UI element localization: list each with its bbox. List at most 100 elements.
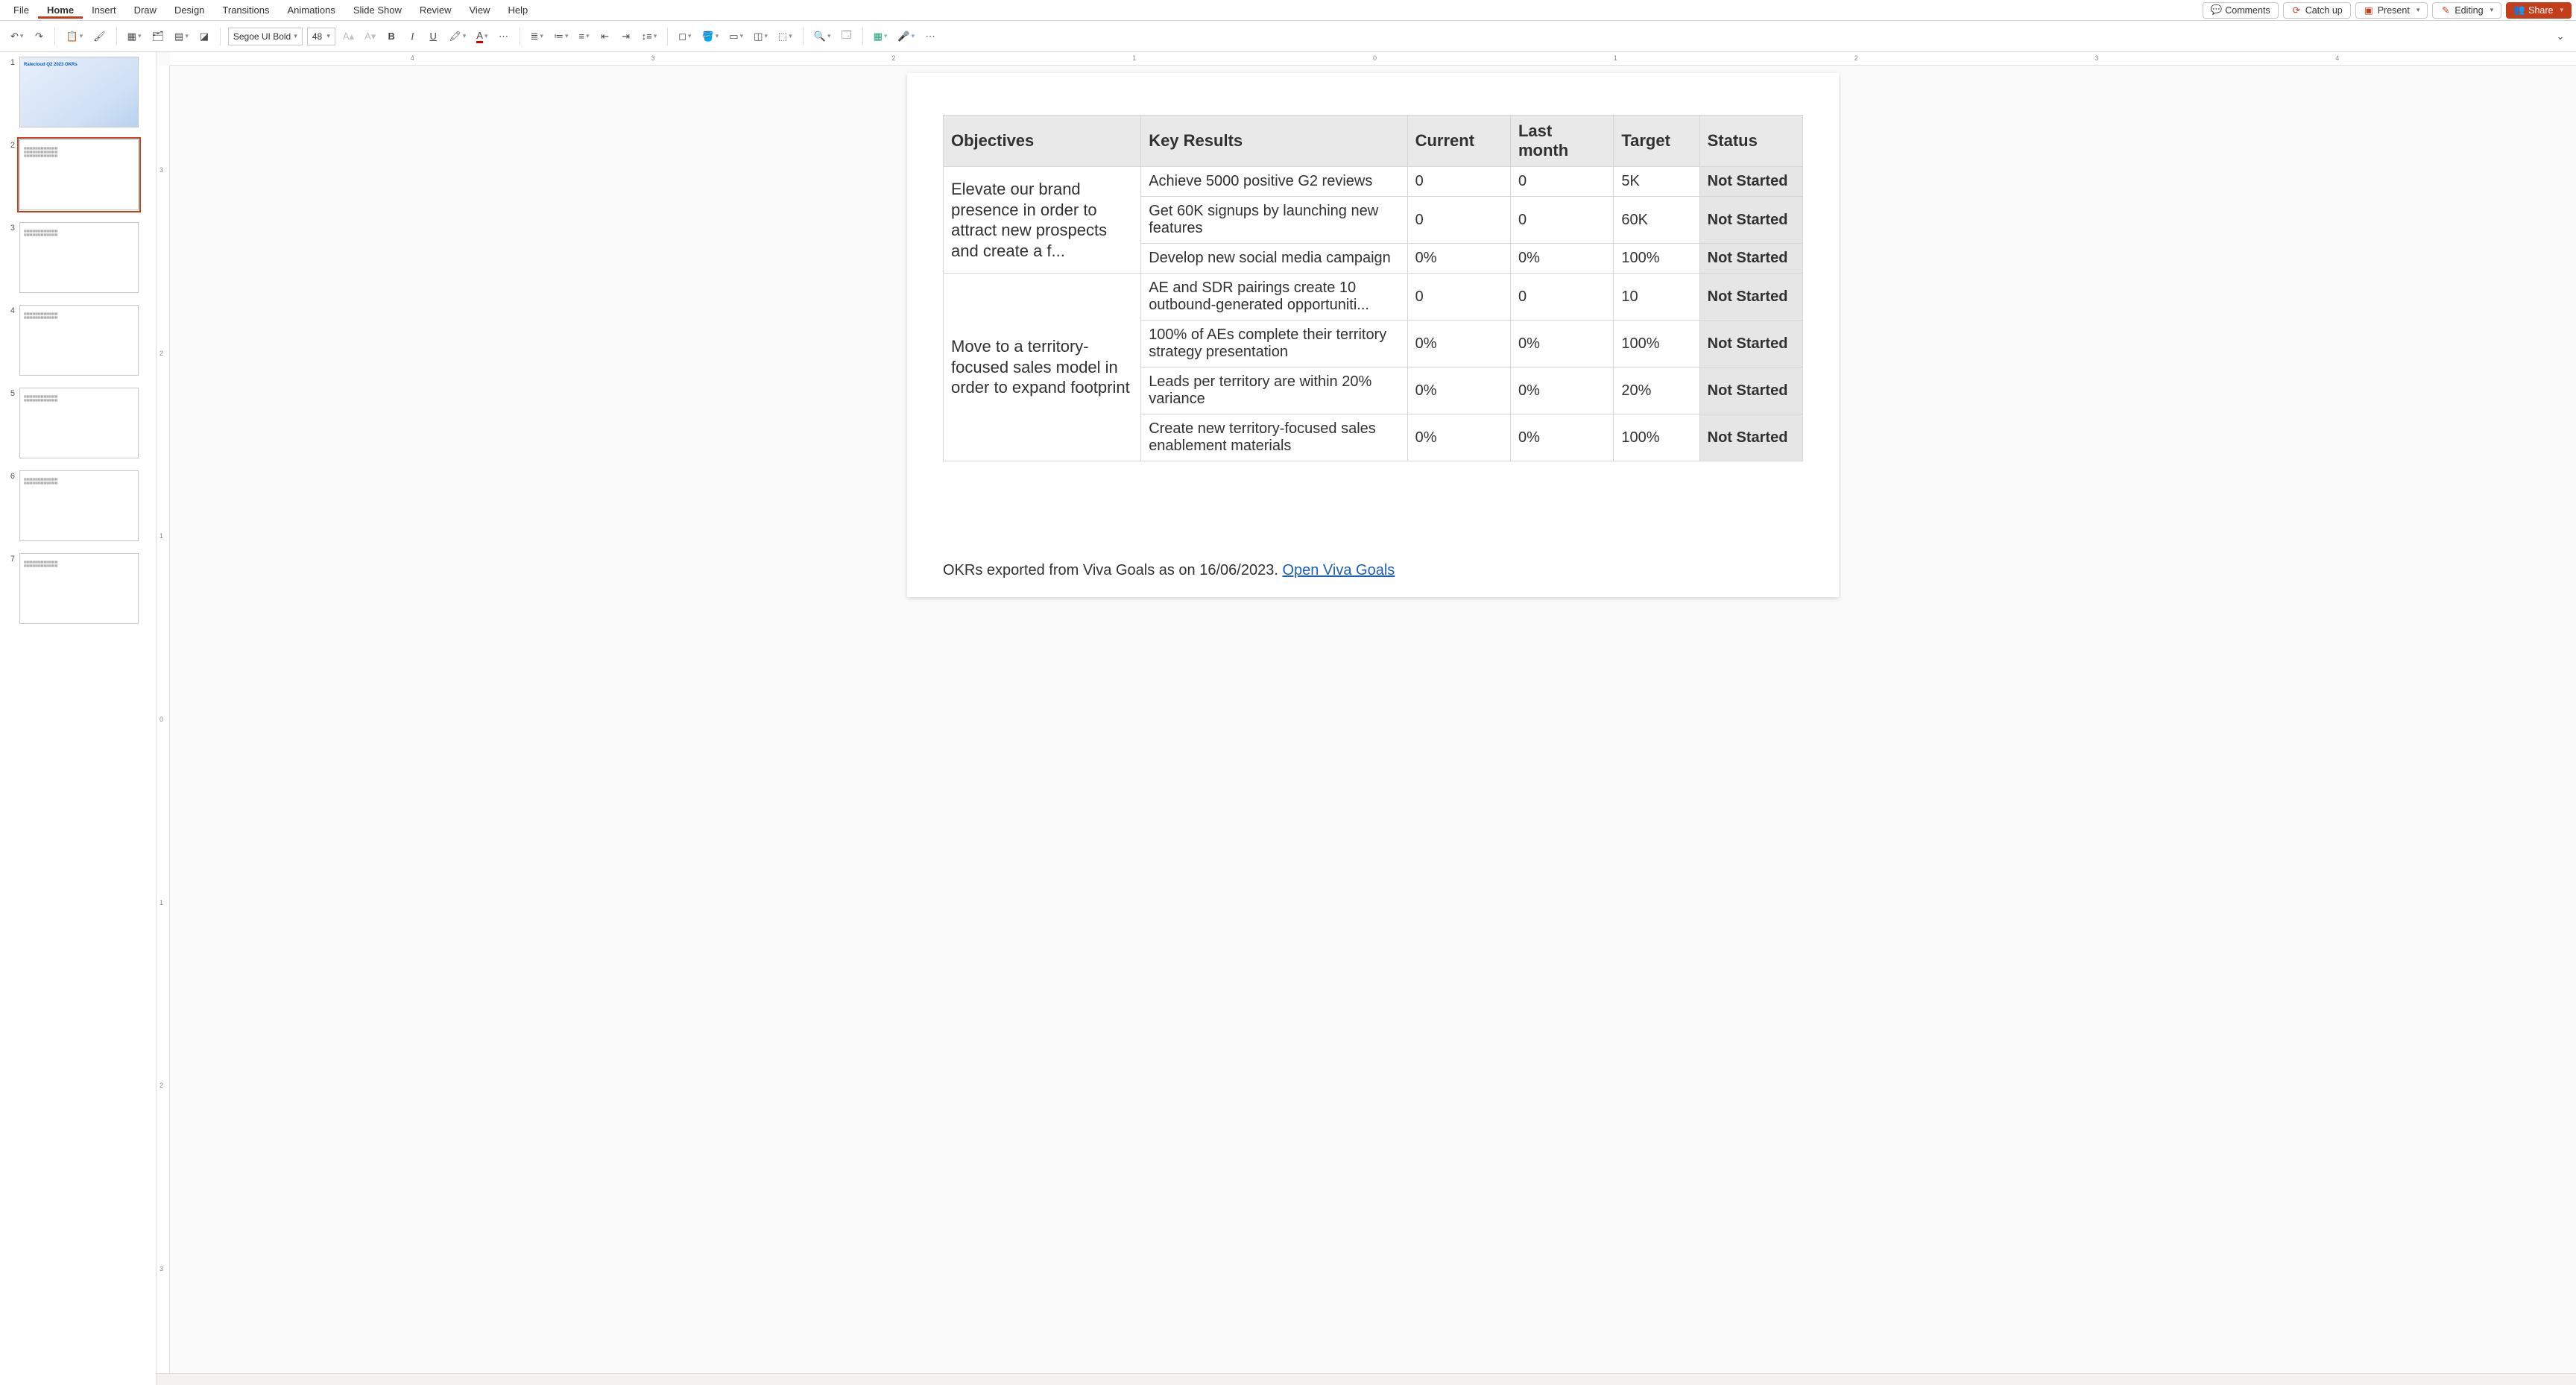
increase-indent-button[interactable]: ⇥ (618, 27, 634, 46)
slide-editor: 4 3 2 1 0 1 2 3 4 3 2 1 0 1 2 3 (157, 52, 2576, 1385)
menu-tab-view[interactable]: View (461, 1, 499, 19)
col-objectives: Objectives (944, 116, 1141, 167)
comments-button[interactable]: 💬 Comments (2203, 2, 2278, 19)
italic-button[interactable]: I (404, 27, 420, 46)
dictate-button[interactable]: 🎤▾ (894, 27, 918, 46)
target-cell: 20% (1614, 367, 1699, 414)
objective-cell: Move to a territory-focused sales model … (944, 274, 1141, 461)
menu-tab-review[interactable]: Review (411, 1, 461, 19)
menu-tab-file[interactable]: File (4, 1, 38, 19)
font-name-select[interactable]: Segoe UI Bold ▾ (228, 28, 303, 45)
arrange-button[interactable]: ⬚▾ (775, 27, 795, 46)
slide-thumbnail-2[interactable]: ▤▤▤▤▤▤▤▤▤▤▤▤▤▤▤▤▤▤▤▤▤▤▤▤▤▤▤▤▤▤▤▤▤▤▤▤ (19, 139, 139, 210)
shapes-button[interactable]: ◻▾ (675, 27, 694, 46)
menu-tab-animations[interactable]: Animations (279, 1, 344, 19)
font-color-button[interactable]: A▾ (473, 27, 490, 46)
menu-tab-home[interactable]: Home (38, 1, 83, 19)
layout-button[interactable]: ▤▾ (171, 27, 192, 46)
paste-button[interactable]: 📋▾ (63, 27, 86, 46)
slide-thumbnail-5[interactable]: ▤▤▤▤▤▤▤▤▤▤▤▤▤▤▤▤▤▤▤▤▤▤▤▤ (19, 388, 139, 458)
open-viva-goals-link[interactable]: Open Viva Goals (1282, 562, 1395, 578)
reuse-slide-button[interactable]: 🗂 (149, 27, 168, 46)
thumb-preview: ▤▤▤▤▤▤▤▤▤▤▤▤▤▤▤▤▤▤▤▤▤▤▤▤ (24, 312, 134, 371)
ruler-tick: 2 (1854, 54, 1858, 62)
status-cell: Not Started (1699, 274, 1802, 321)
more-font-button[interactable]: ⋯ (496, 27, 512, 46)
increase-font-button[interactable]: A▴ (340, 27, 357, 46)
thumb-number: 5 (6, 388, 15, 398)
status-cell: Not Started (1699, 414, 1802, 461)
target-cell: 60K (1614, 197, 1699, 244)
align-button[interactable]: ≡▾ (575, 27, 592, 46)
thumb-number: 1 (6, 57, 15, 67)
menu-tab-transitions[interactable]: Transitions (213, 1, 278, 19)
shape-fill-button[interactable]: 🪣▾ (699, 27, 722, 46)
slide-thumbnail-1[interactable]: Ralecloud Q2 2023 OKRs (19, 57, 139, 127)
menu-tab-draw[interactable]: Draw (125, 1, 165, 19)
horizontal-ruler[interactable]: 4 3 2 1 0 1 2 3 4 (170, 52, 2576, 66)
find-button[interactable]: 🔍▾ (811, 27, 834, 46)
decrease-indent-button[interactable]: ⇤ (597, 27, 613, 46)
decrease-font-button[interactable]: A▾ (362, 27, 379, 46)
thumb-number: 7 (6, 553, 15, 564)
bold-button[interactable]: B (383, 27, 400, 46)
catchup-button[interactable]: ⟳ Catch up (2283, 2, 2351, 19)
horizontal-scrollbar[interactable] (157, 1373, 2576, 1385)
table-header-row: Objectives Key Results Current Last mont… (944, 116, 1803, 167)
collapse-ribbon-button[interactable]: ⌄ (2552, 27, 2569, 46)
new-slide-button[interactable]: ▦▾ (124, 27, 145, 46)
ruler-tick: 3 (160, 1265, 163, 1272)
pencil-icon: ✎ (2440, 5, 2451, 16)
current-cell: 0 (1407, 274, 1510, 321)
comment-icon: 💬 (2211, 5, 2221, 16)
undo-button[interactable]: ↶▾ (7, 27, 26, 46)
last-cell: 0% (1510, 321, 1613, 367)
vertical-ruler[interactable]: 3 2 1 0 1 2 3 (157, 66, 170, 1373)
catchup-icon: ⟳ (2291, 5, 2302, 16)
shape-effects-button[interactable]: ◫▾ (751, 27, 771, 46)
main-area: 1 Ralecloud Q2 2023 OKRs 2 ▤▤▤▤▤▤▤▤▤▤▤▤▤… (0, 52, 2576, 1385)
redo-button[interactable]: ↷ (31, 27, 47, 46)
font-size-select[interactable]: 48 ▾ (307, 28, 335, 45)
slide-thumbnail-6[interactable]: ▤▤▤▤▤▤▤▤▤▤▤▤▤▤▤▤▤▤▤▤▤▤▤▤ (19, 470, 139, 541)
font-size-value: 48 (312, 31, 322, 42)
line-spacing-button[interactable]: ↕≡▾ (639, 27, 660, 46)
designer-button[interactable]: 🗔 (838, 27, 854, 46)
numbering-button[interactable]: ≔▾ (551, 27, 572, 46)
ruler-tick: 1 (1132, 54, 1136, 62)
kr-cell: Develop new social media campaign (1141, 244, 1407, 274)
slide-thumbnail-3[interactable]: ▤▤▤▤▤▤▤▤▤▤▤▤▤▤▤▤▤▤▤▤▤▤▤▤ (19, 222, 139, 293)
thumb-preview: ▤▤▤▤▤▤▤▤▤▤▤▤▤▤▤▤▤▤▤▤▤▤▤▤ (24, 394, 134, 454)
slide-canvas-wrap[interactable]: Objectives Key Results Current Last mont… (170, 66, 2576, 1373)
menu-tab-slideshow[interactable]: Slide Show (344, 1, 411, 19)
editing-button[interactable]: ✎ Editing ▾ (2432, 2, 2501, 19)
slide-thumbnail-7[interactable]: ▤▤▤▤▤▤▤▤▤▤▤▤▤▤▤▤▤▤▤▤▤▤▤▤ (19, 553, 139, 624)
highlight-button[interactable]: 🖍▾ (446, 27, 469, 46)
current-cell: 0% (1407, 244, 1510, 274)
share-button[interactable]: 👥 Share ▾ (2506, 2, 2572, 19)
present-button[interactable]: ▣ Present ▾ (2355, 2, 2428, 19)
okr-table[interactable]: Objectives Key Results Current Last mont… (943, 115, 1803, 461)
underline-button[interactable]: U (425, 27, 441, 46)
target-cell: 5K (1614, 167, 1699, 197)
thumb-preview: ▤▤▤▤▤▤▤▤▤▤▤▤▤▤▤▤▤▤▤▤▤▤▤▤ (24, 229, 134, 288)
addin1-button[interactable]: ▦▾ (871, 27, 891, 46)
ruler-tick: 4 (411, 54, 414, 62)
shape-outline-button[interactable]: ▭▾ (726, 27, 746, 46)
section-button[interactable]: ◪ (196, 27, 212, 46)
chevron-down-icon: ▾ (2416, 6, 2420, 14)
bullets-button[interactable]: ≣▾ (528, 27, 546, 46)
slide-thumbnail-panel[interactable]: 1 Ralecloud Q2 2023 OKRs 2 ▤▤▤▤▤▤▤▤▤▤▤▤▤… (0, 52, 157, 1385)
format-painter-button[interactable]: 🖌 (90, 27, 109, 46)
present-icon: ▣ (2364, 5, 2374, 16)
col-target: Target (1614, 116, 1699, 167)
menu-tab-help[interactable]: Help (499, 1, 537, 19)
chevron-down-icon: ▾ (2490, 6, 2494, 14)
slide-canvas[interactable]: Objectives Key Results Current Last mont… (907, 73, 1839, 597)
more-commands-button[interactable]: ⋯ (922, 27, 938, 46)
slide-thumbnail-4[interactable]: ▤▤▤▤▤▤▤▤▤▤▤▤▤▤▤▤▤▤▤▤▤▤▤▤ (19, 305, 139, 376)
thumb-preview: ▤▤▤▤▤▤▤▤▤▤▤▤▤▤▤▤▤▤▤▤▤▤▤▤ (24, 560, 134, 619)
menu-tab-design[interactable]: Design (165, 1, 213, 19)
menu-tab-insert[interactable]: Insert (83, 1, 125, 19)
ruler-tick: 1 (1614, 54, 1617, 62)
